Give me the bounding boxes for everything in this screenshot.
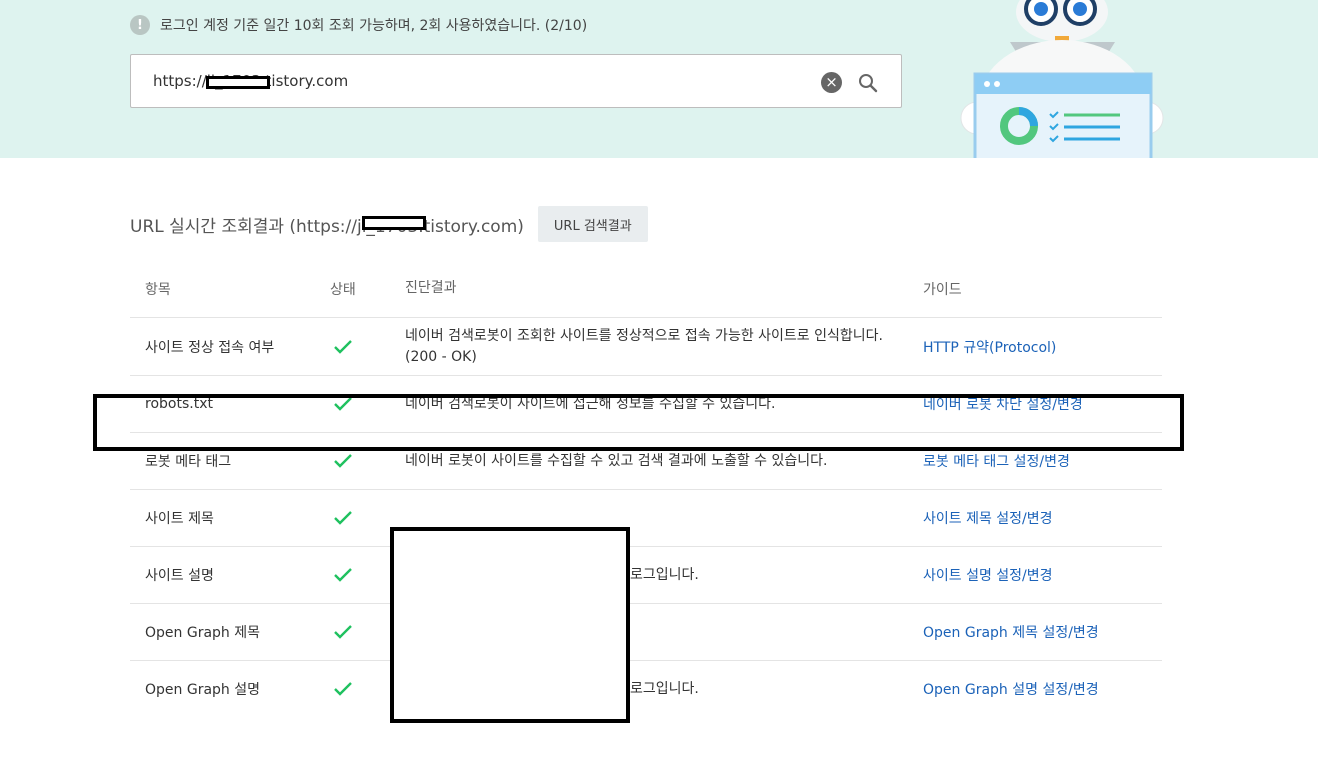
row-diagnosis: 네이버 검색로봇이 조회한 사이트를 정상적으로 접속 가능한 사이트로 인식합… bbox=[405, 327, 883, 365]
row-item: Open Graph 제목 bbox=[145, 625, 260, 641]
url-redaction bbox=[206, 76, 270, 89]
url-search-result-button[interactable]: URL 검색결과 bbox=[537, 206, 648, 242]
usage-notice-text: 로그인 계정 기준 일간 10회 조회 가능하며, 2회 사용하였습니다. (2… bbox=[160, 18, 588, 34]
check-icon bbox=[332, 661, 354, 717]
guide-link-robot-meta[interactable]: 로봇 메타 태그 설정/변경 bbox=[923, 451, 1070, 471]
guide-link-http-protocol[interactable]: HTTP 규약(Protocol) bbox=[923, 337, 1056, 357]
table-row: 사이트 제목 사이트 제목 설정/변경 bbox=[130, 490, 1162, 547]
row-item: 사이트 설명 bbox=[145, 568, 214, 584]
guide-link-site-title[interactable]: 사이트 제목 설정/변경 bbox=[923, 508, 1053, 528]
guide-link-og-description[interactable]: Open Graph 설명 설정/변경 bbox=[923, 679, 1099, 699]
check-icon bbox=[332, 490, 354, 546]
robot-mascot-illustration bbox=[960, 0, 1164, 158]
table-row: 사이트 정상 접속 여부 네이버 검색로봇이 조회한 사이트를 정상적으로 접속… bbox=[130, 318, 1162, 376]
header-item: 항목 bbox=[145, 281, 171, 298]
exclamation-icon: ! bbox=[130, 15, 150, 35]
header-diagnosis: 진단결과 bbox=[405, 280, 457, 296]
clear-icon[interactable]: × bbox=[821, 72, 842, 93]
robots-row-highlight bbox=[93, 394, 1184, 451]
check-icon bbox=[332, 547, 354, 603]
title-redaction bbox=[362, 216, 426, 230]
row-item: 사이트 제목 bbox=[145, 511, 214, 527]
table-header: 항목 상태 진단결과 가이드 bbox=[130, 260, 1162, 318]
table-row: Open Graph 제목 Open Graph 제목 설정/변경 bbox=[130, 604, 1162, 661]
guide-link-og-title[interactable]: Open Graph 제목 설정/변경 bbox=[923, 622, 1099, 642]
row-item: Open Graph 설명 bbox=[145, 682, 260, 698]
search-icon[interactable] bbox=[855, 70, 881, 96]
diagnosis-redaction bbox=[390, 527, 630, 723]
check-icon bbox=[332, 318, 354, 375]
header-status: 상태 bbox=[330, 281, 356, 298]
row-item: 사이트 정상 접속 여부 bbox=[145, 339, 275, 356]
guide-link-site-description[interactable]: 사이트 설명 설정/변경 bbox=[923, 565, 1053, 585]
header-guide: 가이드 bbox=[923, 281, 962, 298]
hero-banner: ! 로그인 계정 기준 일간 10회 조회 가능하며, 2회 사용하였습니다. … bbox=[0, 0, 1318, 158]
result-title: URL 실시간 조회결과 (https://ji_1703.tistory.co… bbox=[130, 216, 524, 237]
check-icon bbox=[332, 604, 354, 660]
table-row: 사이트 설명 로그입니다. 사이트 설명 설정/변경 bbox=[130, 547, 1162, 604]
usage-notice: ! 로그인 계정 기준 일간 10회 조회 가능하며, 2회 사용하였습니다. … bbox=[130, 14, 587, 36]
table-row: Open Graph 설명 로그입니다. Open Graph 설명 설정/변경 bbox=[130, 661, 1162, 717]
diagnosis-table: 항목 상태 진단결과 가이드 사이트 정상 접속 여부 네이버 검색로봇이 조회… bbox=[130, 260, 1162, 717]
